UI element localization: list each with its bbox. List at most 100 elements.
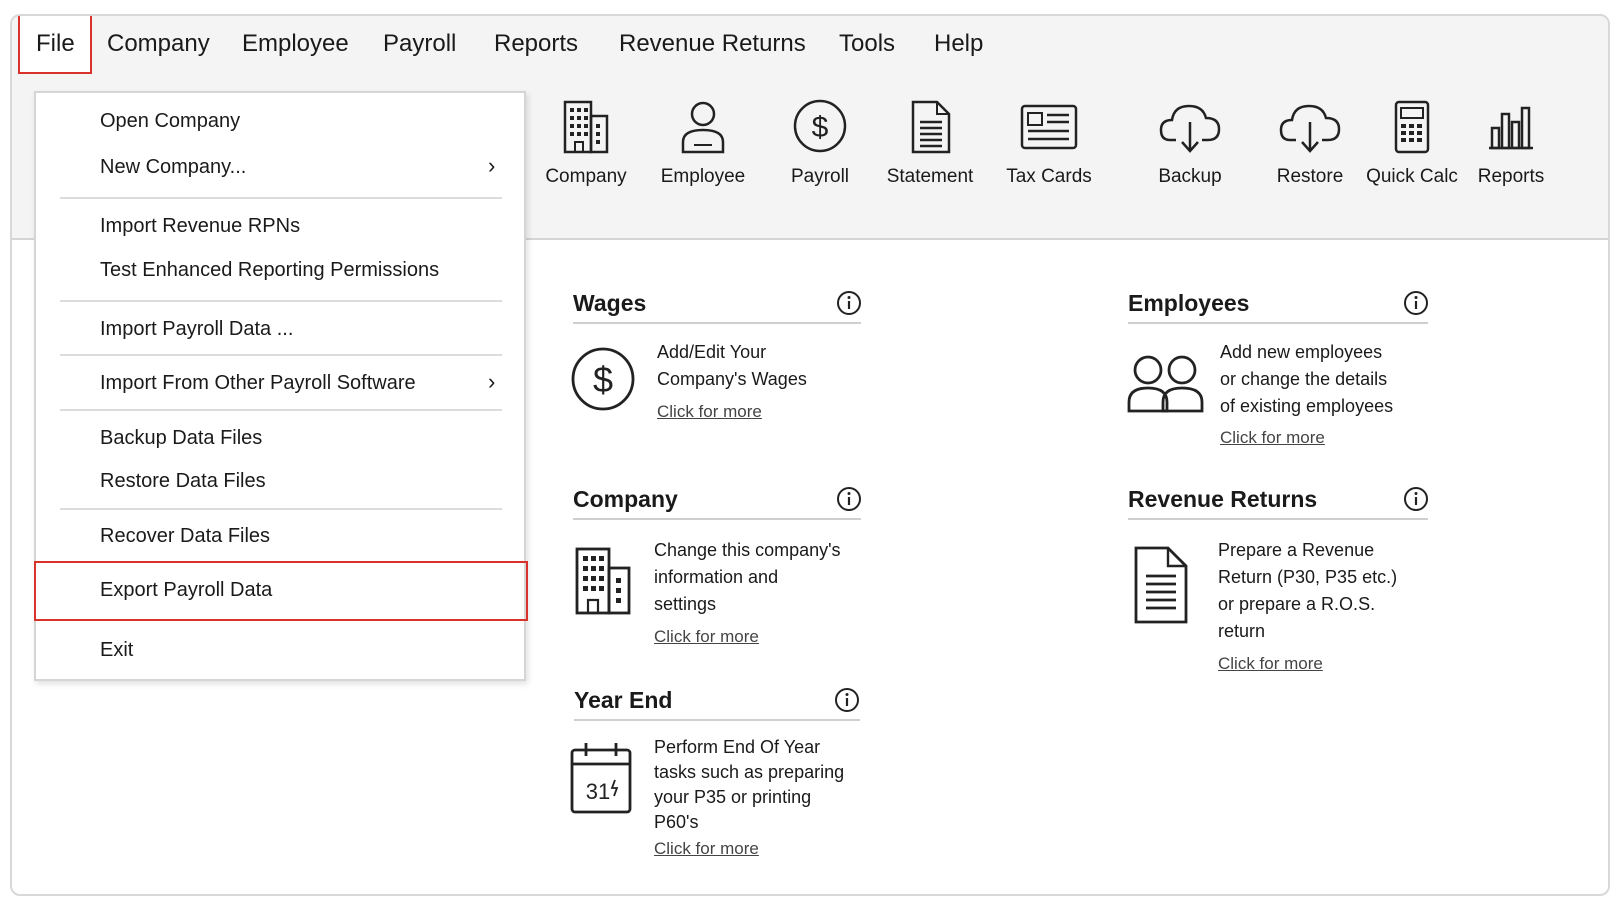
building-icon <box>563 100 609 154</box>
revenue-returns-line-4: return <box>1218 621 1266 641</box>
menu-bar: File Company Employee Payroll Reports Re… <box>12 16 1608 76</box>
employees-click-for-more-link[interactable]: Click for more <box>1220 428 1325 448</box>
year-end-divider <box>574 719 860 721</box>
info-icon[interactable] <box>1403 486 1429 512</box>
toolbar-reports-label: Reports <box>1477 166 1545 187</box>
dollar-icon: $ <box>571 347 635 411</box>
employees-line-3: of existing employees <box>1220 396 1394 416</box>
revenue-returns-line-1: Prepare a Revenue <box>1218 540 1375 560</box>
svg-text:$: $ <box>812 111 829 144</box>
calendar-icon: 31 <box>570 743 632 814</box>
menu-item-import-other-software-label: Import From Other Payroll Software <box>100 372 416 394</box>
year-end-line-4: P60's <box>654 812 699 832</box>
menu-item-new-company-label: New Company... <box>100 156 247 178</box>
bar-chart-icon <box>1489 106 1533 150</box>
menu-help[interactable]: Help <box>934 30 983 58</box>
menu-item-import-revenue-rpns[interactable]: Import Revenue RPNs <box>100 215 300 238</box>
menu-separator <box>60 354 502 356</box>
menu-separator <box>60 409 502 411</box>
menu-separator <box>60 197 502 199</box>
employees-title: Employees <box>1128 290 1250 316</box>
toolbar-reports-button[interactable]: Reports <box>1461 98 1561 188</box>
building-icon <box>575 547 631 615</box>
menu-item-backup-data-files[interactable]: Backup Data Files <box>100 427 262 450</box>
id-card-icon <box>1020 104 1078 150</box>
svg-text:$: $ <box>593 359 613 400</box>
menu-revenue-returns[interactable]: Revenue Returns <box>619 30 806 58</box>
menu-company[interactable]: Company <box>107 30 210 58</box>
menu-item-import-payroll-data[interactable]: Import Payroll Data ... <box>100 318 293 341</box>
cloud-download-icon <box>1159 104 1221 153</box>
year-end-line-2: tasks such as preparing <box>654 762 845 782</box>
wages-title: Wages <box>573 290 647 316</box>
chevron-right-icon: › <box>488 153 496 178</box>
person-icon <box>681 101 725 154</box>
toolbar-statement-label: Statement <box>886 166 974 187</box>
company-line-2: information and <box>654 567 779 587</box>
company-click-for-more-link[interactable]: Click for more <box>654 627 759 647</box>
menu-file[interactable]: File <box>36 30 75 58</box>
wages-line-2: Company's Wages <box>657 369 807 389</box>
menu-payroll[interactable]: Payroll <box>383 30 456 58</box>
employees-description: Add new employees or change the details … <box>1220 339 1393 420</box>
revenue-returns-description: Prepare a Revenue Return (P30, P35 etc.)… <box>1218 537 1397 645</box>
menu-item-open-company[interactable]: Open Company <box>100 110 240 133</box>
toolbar-quick-calc-label: Quick Calc <box>1366 166 1458 187</box>
chevron-right-icon: › <box>488 369 496 394</box>
toolbar-backup-label: Backup <box>1158 166 1222 187</box>
info-icon[interactable] <box>836 486 862 512</box>
app-window: File Company Employee Payroll Reports Re… <box>10 14 1610 896</box>
toolbar-backup-button[interactable]: Backup <box>1130 98 1250 188</box>
employees-line-2: or change the details <box>1220 369 1388 389</box>
menu-tools[interactable]: Tools <box>839 30 895 58</box>
menu-item-restore-data-files[interactable]: Restore Data Files <box>100 470 266 493</box>
year-end-click-for-more-link[interactable]: Click for more <box>654 839 759 859</box>
calendar-day-number: 31 <box>586 779 610 804</box>
company-line-3: settings <box>654 594 717 614</box>
wages-divider <box>573 322 861 324</box>
file-dropdown-menu: Open Company New Company... › Import Rev… <box>34 91 528 681</box>
info-icon[interactable] <box>1403 290 1429 316</box>
people-icon <box>1127 355 1204 413</box>
wages-line-1: Add/Edit Your <box>657 342 767 362</box>
menu-employee[interactable]: Employee <box>242 30 349 58</box>
toolbar-employee-label: Employee <box>660 166 746 187</box>
info-icon[interactable] <box>834 687 860 713</box>
document-icon <box>911 100 951 154</box>
menu-item-exit[interactable]: Exit <box>100 639 133 662</box>
company-description: Change this company's information and se… <box>654 537 841 618</box>
menu-item-recover-data-files[interactable]: Recover Data Files <box>100 525 270 548</box>
employees-divider <box>1128 322 1428 324</box>
toolbar-payroll-label: Payroll <box>790 166 850 187</box>
revenue-returns-line-3: or prepare a R.O.S. <box>1218 594 1376 614</box>
year-end-description: Perform End Of Year tasks such as prepar… <box>654 735 844 835</box>
wages-description: Add/Edit Your Company's Wages <box>657 339 807 393</box>
info-icon[interactable] <box>836 290 862 316</box>
toolbar-tax-cards-button[interactable]: Tax Cards <box>989 98 1109 188</box>
year-end-title: Year End <box>574 687 673 713</box>
revenue-returns-title: Revenue Returns <box>1128 486 1318 512</box>
document-icon <box>1134 546 1188 624</box>
toolbar-company-button[interactable]: Company <box>526 98 646 188</box>
menu-separator <box>60 508 502 510</box>
revenue-returns-click-for-more-link[interactable]: Click for more <box>1218 654 1323 674</box>
dollar-icon: $ <box>793 99 847 153</box>
cloud-download-icon <box>1279 104 1341 153</box>
year-end-line-1: Perform End Of Year <box>654 737 821 757</box>
toolbar-tax-cards-label: Tax Cards <box>1006 166 1092 187</box>
menu-item-export-payroll-data[interactable]: Export Payroll Data <box>100 579 272 602</box>
wages-click-for-more-link[interactable]: Click for more <box>657 402 762 422</box>
revenue-returns-line-2: Return (P30, P35 etc.) <box>1218 567 1398 587</box>
toolbar-payroll-button[interactable]: $ Payroll <box>760 98 880 188</box>
menu-reports[interactable]: Reports <box>494 30 578 58</box>
company-title: Company <box>573 486 678 512</box>
toolbar-company-label: Company <box>545 166 627 187</box>
menu-item-test-reporting-permissions[interactable]: Test Enhanced Reporting Permissions <box>100 259 439 282</box>
toolbar-statement-button[interactable]: Statement <box>870 98 990 188</box>
employees-line-1: Add new employees <box>1220 342 1383 362</box>
company-line-1: Change this company's <box>654 540 841 560</box>
toolbar-employee-button[interactable]: Employee <box>643 98 763 188</box>
menu-separator <box>60 300 502 302</box>
toolbar-quick-calc-button[interactable]: Quick Calc <box>1352 98 1472 188</box>
calculator-icon <box>1394 100 1430 154</box>
